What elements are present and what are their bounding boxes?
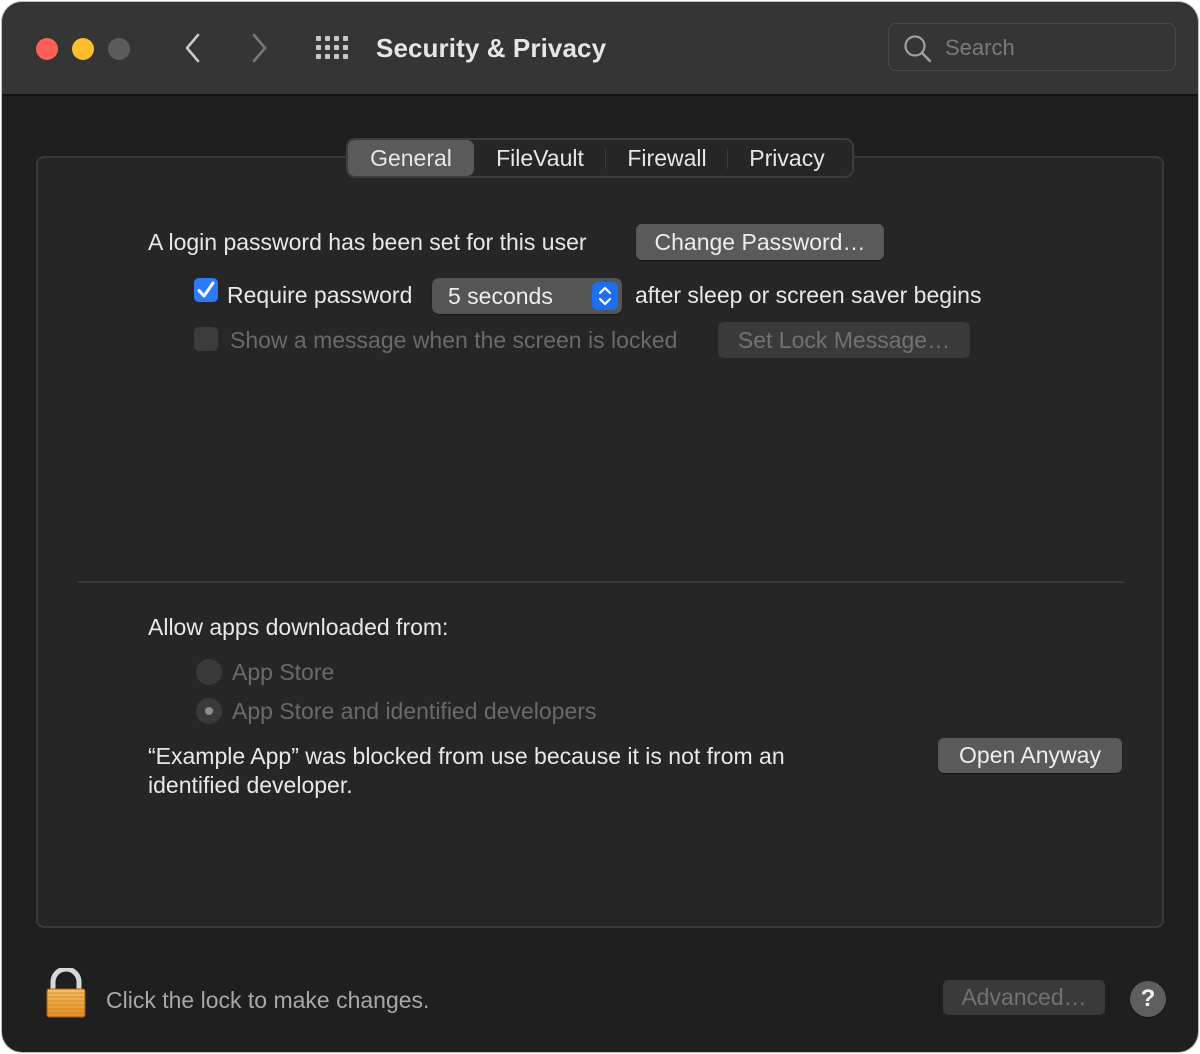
blocked-message-line1: “Example App” was blocked from use becau… <box>148 743 785 769</box>
show-message-checkbox[interactable] <box>194 327 218 351</box>
require-password-checkbox[interactable] <box>194 278 218 302</box>
search-icon <box>904 35 932 63</box>
popup-stepper <box>592 282 618 310</box>
open-anyway-button[interactable]: Open Anyway <box>938 738 1122 773</box>
chevron-left-icon <box>185 33 200 63</box>
lock-status-text: Click the lock to make changes. <box>106 987 430 1013</box>
radio-app-store-identified[interactable] <box>196 698 222 724</box>
back-button[interactable] <box>178 30 208 66</box>
radio-app-store[interactable] <box>196 659 222 685</box>
section-divider <box>78 581 1124 583</box>
tab-privacy[interactable]: Privacy <box>728 140 846 176</box>
login-password-status: A login password has been set for this u… <box>148 229 587 255</box>
tab-filevault[interactable]: FileVault <box>474 140 606 176</box>
password-delay-value: 5 seconds <box>448 283 553 309</box>
advanced-button[interactable]: Advanced… <box>943 980 1105 1015</box>
forward-button[interactable] <box>244 30 274 66</box>
radio-selected-dot <box>205 707 213 715</box>
radio-app-store-label: App Store <box>232 659 335 685</box>
tab-label: Firewall <box>627 145 707 171</box>
tab-label: Privacy <box>749 145 825 171</box>
search-field[interactable] <box>888 23 1176 71</box>
minimize-button[interactable] <box>72 38 94 60</box>
allow-apps-heading: Allow apps downloaded from: <box>148 614 449 640</box>
password-delay-select[interactable]: 5 seconds <box>432 278 622 314</box>
close-button[interactable] <box>36 38 58 60</box>
radio-app-store-identified-label: App Store and identified developers <box>232 698 597 724</box>
security-privacy-window: Security & Privacy General FileVault Fir… <box>2 2 1198 1052</box>
zoom-button[interactable] <box>108 38 130 60</box>
help-icon: ? <box>1140 985 1156 1012</box>
tab-label: FileVault <box>496 145 584 171</box>
chevron-up-down-icon <box>598 286 612 306</box>
help-button[interactable]: ? <box>1130 981 1166 1017</box>
checkmark-icon <box>197 281 215 298</box>
tab-label: General <box>370 145 452 171</box>
change-password-button[interactable]: Change Password… <box>636 224 884 260</box>
grid-icon[interactable] <box>316 36 350 60</box>
window-title: Security & Privacy <box>376 33 607 63</box>
after-sleep-label: after sleep or screen saver begins <box>635 282 982 308</box>
general-panel <box>36 156 1164 928</box>
blocked-message-line2: identified developer. <box>148 772 353 798</box>
set-lock-message-button[interactable]: Set Lock Message… <box>718 322 970 358</box>
tab-firewall[interactable]: Firewall <box>606 140 728 176</box>
tab-bar: General FileVault Firewall Privacy <box>346 138 854 178</box>
search-input[interactable] <box>943 30 1167 66</box>
tab-general[interactable]: General <box>348 140 474 176</box>
title-bar: Security & Privacy <box>2 2 1198 96</box>
chevron-right-icon <box>252 33 267 63</box>
show-message-label: Show a message when the screen is locked <box>230 327 678 353</box>
lock-icon[interactable] <box>44 968 88 1020</box>
require-password-label: Require password <box>227 282 413 308</box>
